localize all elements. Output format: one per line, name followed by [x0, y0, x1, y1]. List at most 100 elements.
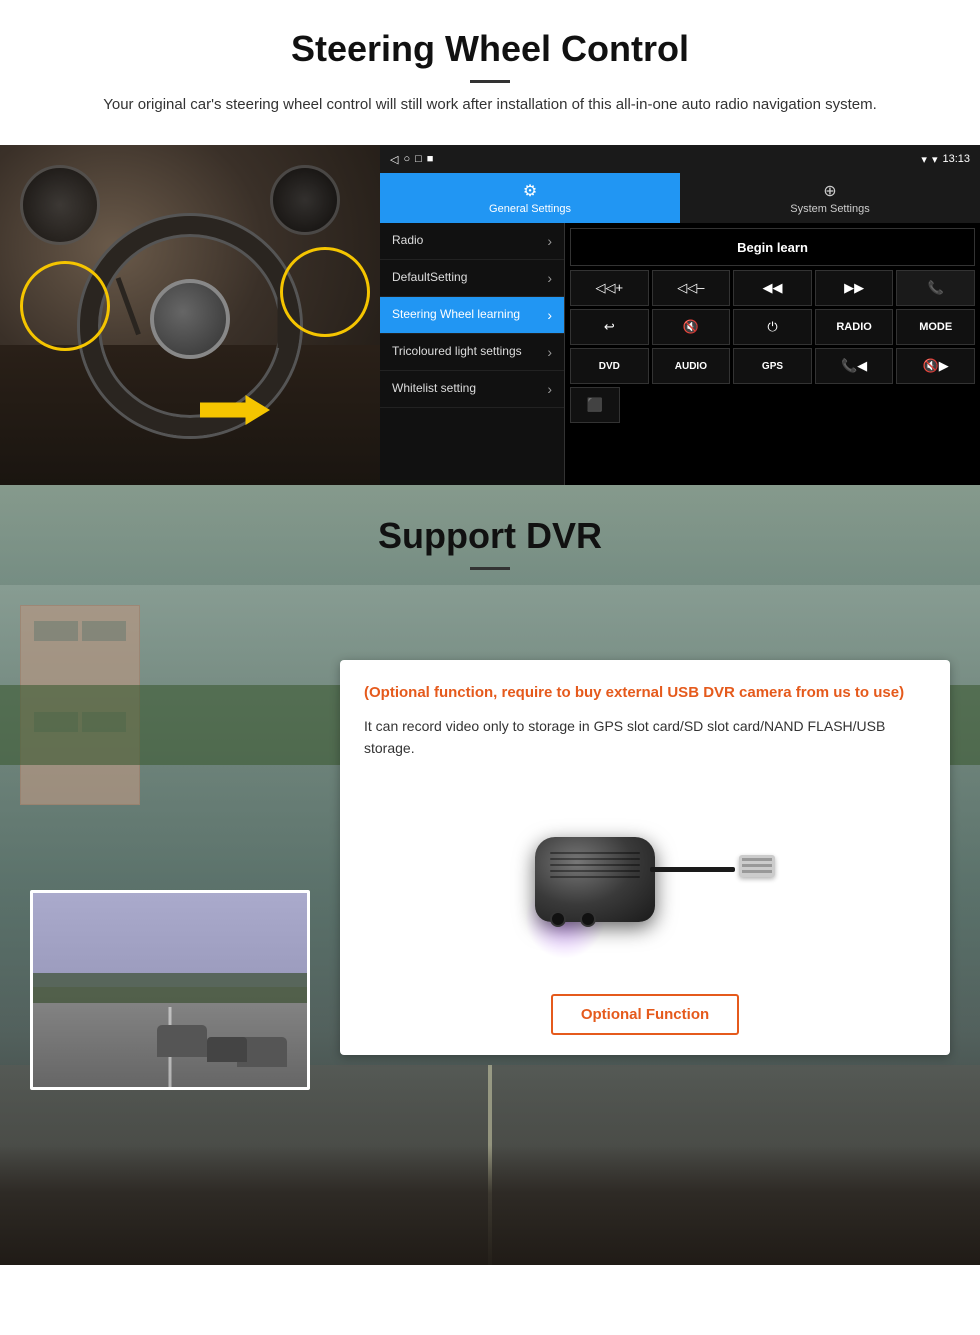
vol-up-btn[interactable]: ◁◁+ [570, 270, 649, 306]
steering-section-header: Steering Wheel Control Your original car… [0, 0, 980, 145]
menu-controls-area: Radio › DefaultSetting › Steering Wheel … [380, 223, 980, 485]
android-ui-panel: ◁ ○ □ ■ ▾ ▾ 13:13 ⚙ General Settings ⊕ S… [380, 145, 980, 485]
vol-down-btn[interactable]: ◁◁– [652, 270, 731, 306]
menu-item-whitelist[interactable]: Whitelist setting › [380, 371, 564, 408]
menu-steering-label: Steering Wheel learning [392, 307, 520, 323]
camera-vents [550, 852, 640, 878]
home-icon: ○ [403, 153, 410, 165]
dvr-info-card: (Optional function, require to buy exter… [340, 660, 950, 1055]
steering-title: Steering Wheel Control [20, 28, 960, 70]
begin-learn-area: Begin learn [570, 228, 975, 266]
dvr-icon: ⬛ [587, 397, 603, 413]
chevron-icon-2: › [547, 270, 552, 286]
dvr-camera-area [364, 779, 926, 979]
dvr-description: It can record video only to storage in G… [364, 715, 926, 760]
steering-demo-area: ◁ ○ □ ■ ▾ ▾ 13:13 ⚙ General Settings ⊕ S… [0, 145, 980, 485]
usb-connector [739, 855, 775, 877]
chevron-icon-5: › [547, 381, 552, 397]
dvr-btn[interactable]: ⬛ [570, 387, 620, 423]
menu-item-steering[interactable]: Steering Wheel learning › [380, 297, 564, 334]
audio-btn[interactable]: AUDIO [652, 348, 731, 384]
vol-up-icon: ◁◁+ [596, 280, 624, 296]
thumbnail-suv [157, 1025, 207, 1057]
tab-general-settings[interactable]: ⚙ General Settings [380, 173, 680, 223]
chevron-icon: › [547, 233, 552, 249]
dvd-label: DVD [599, 361, 620, 372]
menu-item-tricoloured[interactable]: Tricoloured light settings › [380, 334, 564, 371]
mode-label: MODE [919, 321, 952, 333]
steering-wheel-image [0, 145, 380, 485]
tab-general-label: General Settings [489, 203, 571, 215]
prev-icon: ◀◀ [762, 280, 782, 296]
radio-btn[interactable]: RADIO [815, 309, 894, 345]
vol-down-icon: ◁◁– [677, 280, 704, 296]
menu-item-defaultsetting[interactable]: DefaultSetting › [380, 260, 564, 297]
control-row-1: ◁◁+ ◁◁– ◀◀ ▶▶ 📞 [570, 270, 975, 306]
control-row-4: ⬛ [570, 387, 975, 423]
tab-system-settings[interactable]: ⊕ System Settings [680, 173, 980, 223]
optional-function-button[interactable]: Optional Function [551, 994, 739, 1035]
phone-prev-icon: 📞◀ [841, 358, 867, 374]
mute-icon: 🔇 [683, 319, 699, 335]
power-icon: ⏻ [767, 319, 777, 335]
control-row-3: DVD AUDIO GPS 📞◀ 🔇▶ [570, 348, 975, 384]
dvr-camera-thumbnail [30, 890, 310, 1090]
hangup-btn[interactable]: ↩ [570, 309, 649, 345]
camera-cable [650, 867, 735, 872]
dvr-content-area: (Optional function, require to buy exter… [0, 590, 980, 1190]
wifi-icon: ▾ [932, 153, 938, 166]
hangup-icon: ↩ [604, 319, 615, 335]
dvr-divider [470, 567, 510, 570]
menu-item-radio[interactable]: Radio › [380, 223, 564, 260]
phone-icon: 📞 [928, 280, 944, 296]
next-icon: ▶▶ [844, 280, 864, 296]
nav-icons: ◁ ○ □ ■ [390, 153, 433, 166]
gps-btn[interactable]: GPS [733, 348, 812, 384]
dvr-title-area: Support DVR [0, 485, 980, 590]
chevron-icon-3: › [547, 307, 552, 323]
menu-tricoloured-label: Tricoloured light settings [392, 344, 522, 360]
menu-list: Radio › DefaultSetting › Steering Wheel … [380, 223, 565, 485]
tab-system-label: System Settings [790, 203, 869, 215]
tab-bar[interactable]: ⚙ General Settings ⊕ System Settings [380, 173, 980, 223]
title-divider [470, 80, 510, 83]
menu-icon: ■ [427, 153, 434, 165]
phone-prev-btn[interactable]: 📞◀ [815, 348, 894, 384]
chevron-icon-4: › [547, 344, 552, 360]
dvr-right-column: (Optional function, require to buy exter… [340, 610, 950, 1160]
recents-icon: □ [415, 153, 422, 165]
control-row-2: ↩ 🔇 ⏻ RADIO MODE [570, 309, 975, 345]
begin-learn-label: Begin learn [737, 240, 808, 255]
steering-wheel-visual [0, 145, 380, 485]
menu-radio-label: Radio [392, 233, 423, 249]
prev-btn[interactable]: ◀◀ [733, 270, 812, 306]
back-icon: ◁ [390, 153, 398, 166]
system-settings-icon: ⊕ [823, 181, 836, 201]
menu-default-label: DefaultSetting [392, 270, 467, 286]
phone-btn[interactable]: 📞 [896, 270, 975, 306]
steering-subtitle: Your original car's steering wheel contr… [80, 93, 900, 117]
control-panel: Begin learn ◁◁+ ◁◁– ◀◀ ▶▶ [565, 223, 980, 485]
status-bar: ◁ ○ □ ■ ▾ ▾ 13:13 [380, 145, 980, 173]
time-display: 13:13 [942, 153, 970, 165]
gps-label: GPS [762, 361, 783, 372]
dvr-optional-text: (Optional function, require to buy exter… [364, 682, 926, 705]
general-settings-icon: ⚙ [523, 181, 537, 201]
dvr-camera-visual [495, 789, 795, 969]
menu-whitelist-label: Whitelist setting [392, 381, 476, 397]
mute-next-icon: 🔇▶ [923, 358, 949, 374]
thumbnail-trees [33, 973, 307, 1003]
dvr-title: Support DVR [20, 515, 960, 557]
status-icons: ▾ ▾ 13:13 [921, 153, 970, 166]
mode-btn[interactable]: MODE [896, 309, 975, 345]
next-btn[interactable]: ▶▶ [815, 270, 894, 306]
camera-body [535, 837, 655, 922]
camera-lens-left [550, 911, 566, 927]
power-btn[interactable]: ⏻ [733, 309, 812, 345]
mute-btn[interactable]: 🔇 [652, 309, 731, 345]
signal-icon: ▾ [921, 153, 927, 166]
dvd-btn[interactable]: DVD [570, 348, 649, 384]
radio-label: RADIO [836, 321, 871, 333]
dvr-section: Support DVR (Opt [0, 485, 980, 1265]
mute-next-btn[interactable]: 🔇▶ [896, 348, 975, 384]
